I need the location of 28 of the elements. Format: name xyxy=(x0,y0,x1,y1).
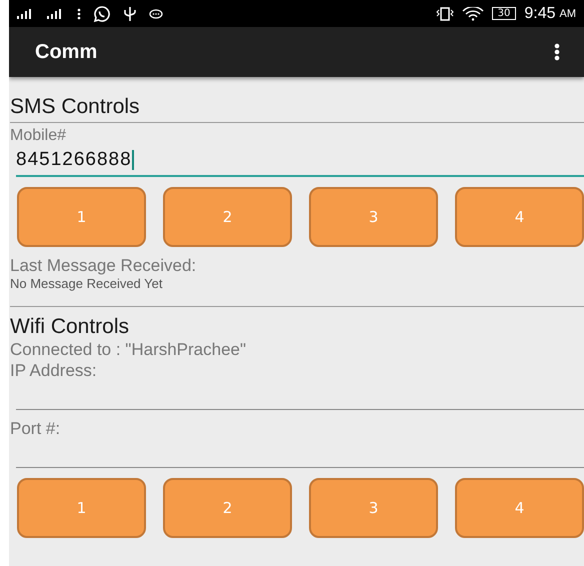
wifi-button[interactable]: 1 xyxy=(17,478,146,538)
field-label: Last Message Received: xyxy=(10,255,198,276)
wifi-icon xyxy=(462,6,484,20)
message-icon xyxy=(149,8,163,18)
sms-button[interactable]: 3 xyxy=(309,187,438,247)
dots-icon xyxy=(77,8,81,20)
vibrate-icon xyxy=(436,6,454,20)
battery-indicator: 30 xyxy=(492,7,516,20)
field-label: Port #: xyxy=(10,418,62,439)
sms-button[interactable]: 4 xyxy=(455,187,584,247)
mobile-input[interactable]: 8451266888 xyxy=(16,145,584,177)
usb-icon xyxy=(123,6,137,22)
sms-button[interactable]: 1 xyxy=(17,187,146,247)
field-label: IP Address: xyxy=(10,360,98,381)
overflow-menu-icon[interactable] xyxy=(554,43,560,61)
am-pm: AM xyxy=(560,8,576,20)
connection-text: Connected to : "HarshPrachee" xyxy=(10,339,248,360)
wifi-button[interactable]: 2 xyxy=(163,478,292,538)
clock: 9:45 xyxy=(524,4,556,22)
section-title: Wifi Controls xyxy=(10,315,130,339)
app-title: Comm xyxy=(35,40,98,64)
wifi-button[interactable]: 4 xyxy=(455,478,584,538)
wifi-button[interactable]: 3 xyxy=(309,478,438,538)
message-text: No Message Received Yet xyxy=(10,276,164,292)
sms-button[interactable]: 2 xyxy=(163,187,292,247)
field-label: Mobile# xyxy=(10,127,68,145)
section-title: SMS Controls xyxy=(10,95,141,119)
chat-bubble-icon xyxy=(93,4,111,22)
